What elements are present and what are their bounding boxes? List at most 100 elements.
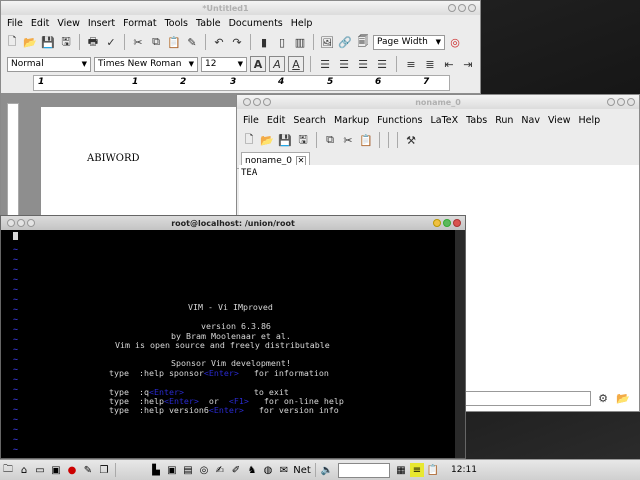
- browser-icon[interactable]: ◍: [261, 463, 275, 477]
- horizontal-ruler[interactable]: 1 1 2 3 4 5 6 7: [33, 75, 450, 91]
- format-painter-icon[interactable]: ✎: [184, 34, 200, 50]
- cd-icon[interactable]: ◎: [197, 463, 211, 477]
- menu-markup[interactable]: Markup: [330, 115, 373, 126]
- menu-help[interactable]: Help: [575, 115, 605, 126]
- lifebuoy-help-icon[interactable]: ◎: [447, 34, 463, 50]
- drive-icon[interactable]: ▤: [181, 463, 195, 477]
- menu-tabs[interactable]: Tabs: [462, 115, 491, 126]
- shade-button[interactable]: [253, 98, 261, 106]
- underline-icon[interactable]: A: [288, 56, 304, 72]
- save-icon[interactable]: 💾: [277, 132, 293, 148]
- computer-icon[interactable]: ▣: [165, 463, 179, 477]
- minimize-button[interactable]: [607, 98, 615, 106]
- cut-icon[interactable]: ✂: [130, 34, 146, 50]
- desktop-icon[interactable]: ▭: [33, 463, 47, 477]
- document-text[interactable]: ABIWORD: [87, 153, 140, 164]
- two-columns-icon[interactable]: ▯: [274, 34, 290, 50]
- sticky-button[interactable]: [263, 98, 271, 106]
- font-size-select[interactable]: 12 ▼: [201, 56, 247, 72]
- new-document-icon[interactable]: 🗋: [241, 132, 257, 148]
- align-right-icon[interactable]: ☰: [355, 56, 371, 72]
- window-icon[interactable]: ❐: [97, 463, 111, 477]
- menu-help[interactable]: Help: [287, 18, 317, 29]
- menu-search[interactable]: Search: [289, 115, 330, 126]
- menu-file[interactable]: File: [3, 18, 27, 29]
- save-icon[interactable]: 💾: [40, 34, 56, 50]
- folder-icon[interactable]: 🗀: [1, 463, 15, 477]
- shade-button[interactable]: [17, 219, 25, 227]
- menu-documents[interactable]: Documents: [225, 18, 287, 29]
- menu-latex[interactable]: LaTeX: [427, 115, 463, 126]
- menu-table[interactable]: Table: [192, 18, 225, 29]
- run-gears-icon[interactable]: ⚙: [595, 390, 611, 406]
- menu-nav[interactable]: Nav: [517, 115, 544, 126]
- close-tab-icon[interactable]: ✕: [295, 155, 306, 166]
- menu-insert[interactable]: Insert: [84, 18, 119, 29]
- bullet-list-icon[interactable]: ≡: [403, 56, 419, 72]
- maximize-button[interactable]: [458, 4, 466, 12]
- paint-icon[interactable]: ✐: [229, 463, 243, 477]
- menu-view[interactable]: View: [544, 115, 575, 126]
- terminal-scrollbar[interactable]: [455, 230, 465, 458]
- save-all-icon[interactable]: 🖫: [295, 132, 311, 148]
- maximize-button[interactable]: [617, 98, 625, 106]
- insert-link-icon[interactable]: 🔗: [337, 34, 353, 50]
- minimize-button[interactable]: [448, 4, 456, 12]
- three-columns-icon[interactable]: ▥: [292, 34, 308, 50]
- menu-edit[interactable]: Edit: [27, 18, 53, 29]
- preferences-tools-icon[interactable]: ⚒: [403, 132, 419, 148]
- align-justify-icon[interactable]: ☰: [374, 56, 390, 72]
- save-as-icon[interactable]: 🖫: [58, 34, 74, 50]
- close-button[interactable]: [627, 98, 635, 106]
- increase-indent-icon[interactable]: ⇥: [460, 56, 476, 72]
- bold-icon[interactable]: A: [250, 56, 266, 72]
- notes-icon[interactable]: ≡: [410, 463, 424, 477]
- menu-view[interactable]: View: [53, 18, 84, 29]
- mail-icon[interactable]: ✉: [277, 463, 291, 477]
- monitor-icon[interactable]: ▣: [49, 463, 63, 477]
- spellcheck-icon[interactable]: ✓: [103, 34, 119, 50]
- geany-titlebar[interactable]: noname_0: [237, 95, 639, 109]
- run-command-input[interactable]: [338, 462, 390, 478]
- one-column-icon[interactable]: ▮: [256, 34, 272, 50]
- cut-icon[interactable]: ✂: [340, 132, 356, 148]
- zoom-select[interactable]: Page Width ▼: [373, 34, 445, 50]
- redo-icon[interactable]: ↷: [229, 34, 245, 50]
- maximize-button[interactable]: [443, 219, 451, 227]
- copy-icon[interactable]: ⧉: [148, 34, 164, 50]
- insert-image-icon[interactable]: 🖼: [319, 34, 335, 50]
- games-icon[interactable]: ♞: [245, 463, 259, 477]
- menu-tools[interactable]: Tools: [161, 18, 192, 29]
- write-icon[interactable]: ✍: [213, 463, 227, 477]
- abiword-titlebar[interactable]: *Untitled1: [1, 1, 480, 15]
- menu-format[interactable]: Format: [119, 18, 160, 29]
- volume-icon[interactable]: 🔈: [320, 463, 334, 477]
- clock[interactable]: 12:11: [447, 465, 481, 475]
- print-icon[interactable]: 🖶: [85, 34, 101, 50]
- sticky-button[interactable]: [27, 219, 35, 227]
- align-center-icon[interactable]: ☰: [336, 56, 352, 72]
- menu-file[interactable]: File: [239, 115, 263, 126]
- desktop-pager-icon[interactable]: ▦: [394, 463, 408, 477]
- open-folder-icon[interactable]: 📂: [22, 34, 38, 50]
- align-left-icon[interactable]: ☰: [317, 56, 333, 72]
- decrease-indent-icon[interactable]: ⇤: [441, 56, 457, 72]
- paste-icon[interactable]: 📋: [166, 34, 182, 50]
- paste-icon[interactable]: 📋: [358, 132, 374, 148]
- menu-functions[interactable]: Functions: [373, 115, 426, 126]
- open-folder-icon[interactable]: 📂: [615, 390, 631, 406]
- terminal-launch-icon[interactable]: ▙: [149, 463, 163, 477]
- italic-icon[interactable]: A: [269, 56, 285, 72]
- copy-icon[interactable]: ⧉: [322, 132, 338, 148]
- window-menu-button[interactable]: [7, 219, 15, 227]
- minimize-button[interactable]: [433, 219, 441, 227]
- clipboard-icon[interactable]: 📋: [426, 463, 440, 477]
- menu-run[interactable]: Run: [491, 115, 517, 126]
- edit-icon[interactable]: ✎: [81, 463, 95, 477]
- terminal-output[interactable]: ~ ~ ~ ~ ~ ~ ~ ~ ~ ~ ~ ~ ~ ~ ~ ~ ~ ~ ~ ~ …: [1, 230, 465, 458]
- close-button[interactable]: [453, 219, 461, 227]
- open-folder-icon[interactable]: 📂: [259, 132, 275, 148]
- font-select[interactable]: Times New Roman ▼: [94, 56, 198, 72]
- menu-edit[interactable]: Edit: [263, 115, 289, 126]
- new-document-icon[interactable]: 🗋: [4, 34, 20, 50]
